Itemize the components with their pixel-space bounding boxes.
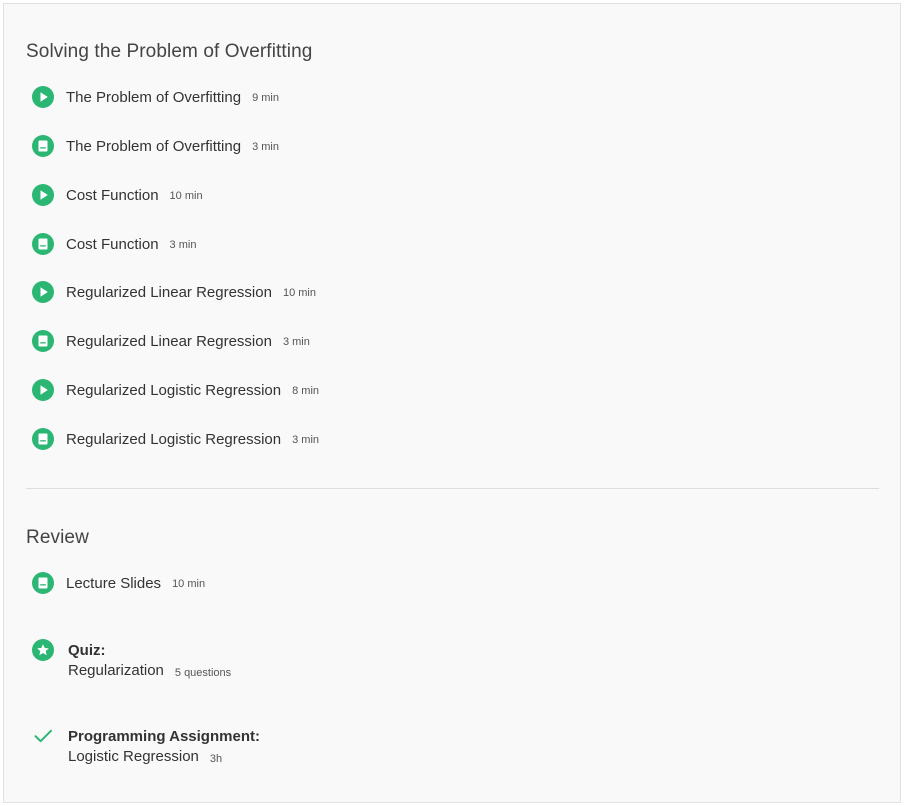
assessment-name[interactable]: Logistic Regression — [68, 748, 199, 765]
lesson-duration: 3 min — [252, 141, 279, 153]
lesson-item-video[interactable]: Regularized Logistic Regression 8 min — [32, 378, 319, 402]
assessment-meta: 3h — [209, 753, 223, 765]
play-icon — [32, 281, 54, 303]
lesson-item-video[interactable]: The Problem of Overfitting 9 min — [32, 85, 279, 109]
reading-icon — [32, 428, 54, 450]
lesson-label[interactable]: The Problem of Overfitting — [66, 138, 241, 155]
reading-icon — [32, 572, 54, 594]
lesson-item-video[interactable]: Regularized Linear Regression 10 min — [32, 280, 316, 304]
play-icon — [32, 86, 54, 108]
assessment-meta: 5 questions — [174, 667, 232, 679]
star-icon — [32, 639, 54, 661]
lesson-label[interactable]: Cost Function — [66, 236, 159, 253]
quiz-item[interactable]: Quiz: Regularization 5 questions — [32, 638, 231, 679]
lesson-duration: 10 min — [169, 190, 203, 202]
lesson-item-reading[interactable]: Regularized Linear Regression 3 min — [32, 329, 310, 353]
lesson-label[interactable]: Regularized Logistic Regression — [66, 431, 281, 448]
lesson-duration: 3 min — [292, 434, 320, 446]
lesson-item-reading[interactable]: The Problem of Overfitting 3 min — [32, 134, 279, 158]
lesson-label[interactable]: Regularized Linear Regression — [66, 284, 272, 301]
lesson-duration: 8 min — [292, 385, 320, 397]
lesson-label[interactable]: Regularized Linear Regression — [66, 333, 272, 350]
section-divider — [26, 488, 879, 489]
lesson-label[interactable]: Cost Function — [66, 187, 159, 204]
section-title: Solving the Problem of Overfitting — [26, 41, 313, 62]
lesson-duration: 3 min — [169, 239, 197, 251]
assessment-type-label: Programming Assignment: — [68, 727, 260, 745]
lesson-duration: 10 min — [172, 578, 206, 590]
play-icon — [32, 379, 54, 401]
course-week-panel: Solving the Problem of Overfitting The P… — [3, 3, 901, 803]
lesson-label[interactable]: Lecture Slides — [66, 575, 161, 592]
lesson-item-reading[interactable]: Regularized Logistic Regression 3 min — [32, 427, 319, 451]
lesson-label[interactable]: Regularized Logistic Regression — [66, 382, 281, 399]
play-icon — [32, 184, 54, 206]
lesson-item-reading[interactable]: Cost Function 3 min — [32, 232, 196, 256]
lesson-label[interactable]: The Problem of Overfitting — [66, 89, 241, 106]
programming-assignment-item[interactable]: Programming Assignment: Logistic Regress… — [32, 724, 260, 765]
checkmark-icon — [32, 725, 54, 747]
section-title: Review — [26, 527, 89, 548]
lesson-item-reading[interactable]: Lecture Slides 10 min — [32, 571, 205, 595]
assessment-type-label: Quiz: — [68, 641, 106, 659]
lesson-item-video[interactable]: Cost Function 10 min — [32, 183, 203, 207]
reading-icon — [32, 135, 54, 157]
lesson-duration: 3 min — [282, 336, 310, 348]
reading-icon — [32, 330, 54, 352]
lesson-duration: 9 min — [252, 92, 279, 104]
lesson-duration: 10 min — [282, 287, 316, 299]
assessment-name[interactable]: Regularization — [68, 662, 164, 679]
reading-icon — [32, 233, 54, 255]
